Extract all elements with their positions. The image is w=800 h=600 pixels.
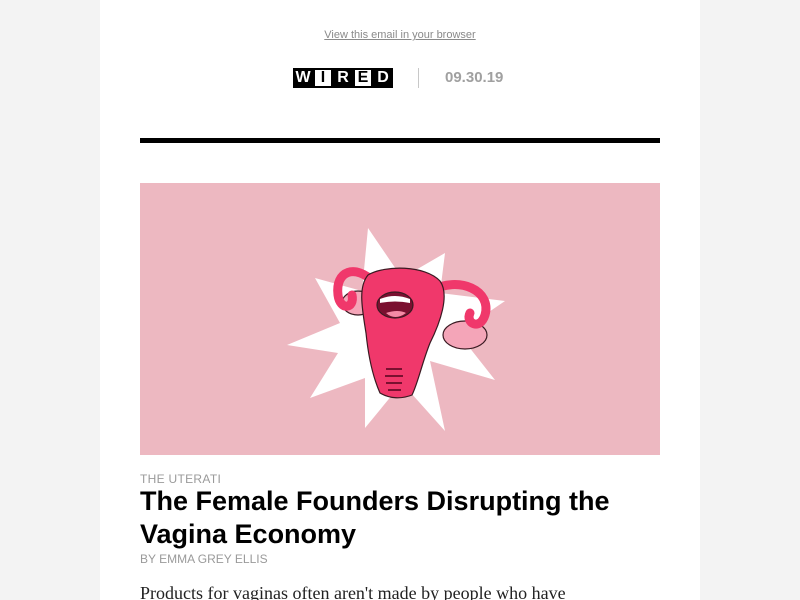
logo-letter-w: W xyxy=(293,68,313,88)
logo-letter-r: R xyxy=(333,68,353,88)
story-kicker[interactable]: THE UTERATI xyxy=(140,472,221,486)
story-dek: Products for vaginas often aren't made b… xyxy=(140,583,566,600)
story-headline[interactable]: The Female Founders Disrupting the Vagin… xyxy=(140,485,660,551)
logo-letter-d: D xyxy=(373,68,393,88)
logo-letter-e: E xyxy=(353,68,373,88)
issue-date: 09.30.19 xyxy=(445,69,504,86)
story-byline: BY EMMA GREY ELLIS xyxy=(140,552,268,566)
logo-letter-i: I xyxy=(313,68,333,88)
hero-illustration[interactable] xyxy=(140,183,660,455)
email-body: View this email in your browser W I R E … xyxy=(100,0,700,600)
uterus-illustration xyxy=(287,228,505,431)
header-divider xyxy=(418,68,419,88)
wired-logo[interactable]: W I R E D xyxy=(293,68,393,88)
header-rule xyxy=(140,138,660,143)
view-in-browser-link[interactable]: View this email in your browser xyxy=(100,29,700,41)
masthead: W I R E D 09.30.19 xyxy=(100,66,700,90)
